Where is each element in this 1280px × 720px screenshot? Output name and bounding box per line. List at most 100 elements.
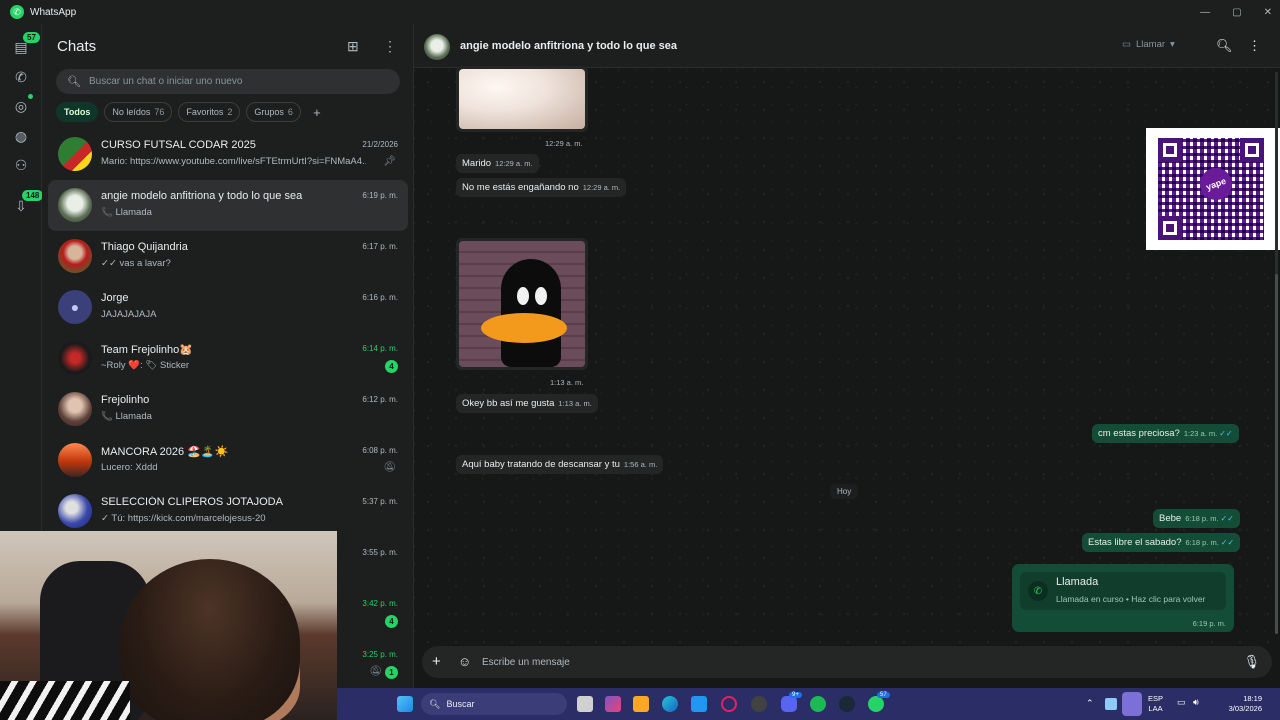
status-icon[interactable]: ◎ [12, 97, 30, 115]
outgoing-message[interactable]: Estas libre el sabado? 6:18 p. m. ✓✓ [1082, 533, 1241, 552]
menu-icon[interactable]: ⋮ [1248, 38, 1261, 54]
message-time: 12:29 a. m. [545, 139, 583, 148]
filter-groups[interactable]: Grupos 6 [246, 102, 301, 122]
microphone-tray-icon[interactable] [1122, 692, 1142, 716]
chat-item[interactable]: CURSO FUTSAL CODAR 2025 Mario: https://w… [48, 129, 408, 180]
message-time: 6:18 p. m. [1185, 514, 1219, 523]
minimize-icon[interactable]: — [1200, 7, 1210, 18]
search-input[interactable] [88, 76, 389, 87]
search-bar[interactable]: 🔍︎ [56, 69, 400, 94]
incoming-message[interactable]: No me estás engañando no 12:29 a. m. [456, 178, 627, 197]
steam-icon[interactable] [839, 696, 855, 712]
avatar [58, 188, 92, 222]
contact-avatar[interactable] [424, 34, 450, 60]
avatar [58, 137, 92, 171]
chat-item[interactable]: Team Frejolinho🐹 ~Roly ❤️: 🏷 Sticker 6:1… [48, 333, 408, 384]
network-icon[interactable]: ▭ [1177, 697, 1186, 708]
chat-item[interactable]: angie modelo anfitriona y todo lo que se… [48, 180, 408, 231]
chat-name: CURSO FUTSAL CODAR 2025 [101, 139, 256, 151]
incoming-message[interactable]: Aquí baby tratando de descansar y tu 1:56… [456, 455, 664, 474]
message-time: 12:29 a. m. [495, 159, 533, 168]
tray-app-icon[interactable] [1105, 698, 1117, 710]
whatsapp-badge: 57 [877, 692, 890, 698]
chat-name: Frejolinho [101, 394, 150, 406]
new-chat-icon[interactable]: ⊞ [347, 38, 359, 55]
emoji-icon[interactable]: ☺ [458, 654, 471, 669]
filter-label: Todos [64, 107, 91, 117]
edge-icon[interactable] [662, 696, 678, 712]
calls-icon[interactable]: ✆ [12, 68, 30, 86]
image-message[interactable] [456, 238, 588, 370]
whatsapp-logo-icon: ✆ [10, 5, 24, 19]
chat-time: 5:37 p. m. [362, 497, 398, 506]
microphone-icon[interactable]: 🎙︎ [1243, 654, 1260, 670]
title-bar: ✆ WhatsApp — ▢ ✕ [0, 0, 1280, 24]
call-card[interactable]: ✆ Llamada Llamada en curso • Haz clic pa… [1012, 564, 1234, 632]
attach-icon[interactable]: + [432, 653, 441, 670]
chat-name: angie modelo anfitriona y todo lo que se… [101, 190, 303, 202]
filter-count: 2 [227, 107, 233, 117]
task-view-icon[interactable] [577, 696, 593, 712]
chat-time: 6:08 p. m. [362, 446, 398, 455]
copilot-icon[interactable] [605, 696, 621, 712]
outgoing-message[interactable]: cm estas preciosa? 1:23 a. m. ✓✓ [1092, 424, 1239, 443]
message-input[interactable] [482, 652, 1222, 672]
add-filter-icon[interactable]: + [307, 102, 327, 122]
chat-item[interactable]: Thiago Quijandria ✓✓ vas a lavar? 6:17 p… [48, 231, 408, 282]
scrollbar-thumb[interactable] [1275, 274, 1278, 634]
message-time: 1:13 a. m. [558, 399, 592, 408]
close-icon[interactable]: ✕ [1264, 7, 1272, 18]
contact-name[interactable]: angie modelo anfitriona y todo lo que se… [460, 40, 677, 52]
unread-badge: 4 [385, 615, 398, 628]
language-indicator[interactable]: ESP LAA [1148, 694, 1163, 714]
search-icon[interactable]: 🔍︎ [1216, 38, 1233, 54]
chat-item[interactable]: MANCORA 2026 🏖️🏝️☀️ Lucero: Xddd 6:08 p.… [48, 435, 408, 486]
outgoing-message[interactable]: Bebe 6:18 p. m. ✓✓ [1153, 509, 1240, 528]
call-button[interactable]: ▭ Llamar ▾ [1122, 39, 1175, 50]
menu-icon[interactable]: ⋮ [383, 38, 397, 55]
qr-finder [1158, 138, 1182, 162]
call-card-body[interactable]: ✆ Llamada Llamada en curso • Haz clic pa… [1020, 572, 1226, 610]
chat-item[interactable]: ● Jorge JAJAJAJAJA 6:16 p. m. [48, 282, 408, 333]
start-icon[interactable] [397, 696, 413, 712]
chat-item[interactable]: SELECCIÓN CLIPEROS JOTAJODA ✓ Tú: https:… [48, 486, 408, 537]
qr-finder [1158, 216, 1182, 240]
maximize-icon[interactable]: ▢ [1232, 7, 1241, 18]
chat-item[interactable]: Frejolinho 📞 Llamada 6:12 p. m. [48, 384, 408, 435]
incoming-message[interactable]: Okey bb así me gusta 1:13 a. m. [456, 394, 598, 413]
file-explorer-icon[interactable] [633, 696, 649, 712]
chevron-up-icon[interactable]: ⌃ [1086, 698, 1094, 709]
unread-badge: 1 [385, 666, 398, 679]
communities-icon[interactable]: ⚇ [12, 156, 30, 174]
cartoon-duck-image [459, 241, 585, 367]
store-icon[interactable] [691, 696, 707, 712]
incoming-message[interactable]: Marido 12:29 a. m. [456, 154, 539, 173]
discord-icon[interactable] [781, 696, 797, 712]
taskbar-search[interactable]: 🔍︎ Buscar [421, 693, 567, 715]
whatsapp-icon[interactable] [868, 696, 884, 712]
call-label: Llamar [1135, 39, 1166, 50]
message-text: Okey bb así me gusta [462, 398, 555, 409]
filter-favorites[interactable]: Favoritos 2 [178, 102, 241, 122]
unread-badge: 4 [385, 360, 398, 373]
obs-icon[interactable] [751, 696, 767, 712]
chat-time: 3:25 p. m. [362, 650, 398, 659]
photo [459, 69, 585, 129]
channels-icon[interactable]: ◍ [12, 127, 30, 145]
mute-icon: 🔕︎ [383, 462, 396, 473]
duck-eye [517, 287, 529, 305]
opera-icon[interactable] [721, 696, 737, 712]
chat-time: 6:17 p. m. [362, 242, 398, 251]
clock[interactable]: 18:19 3/03/2026 [1210, 694, 1262, 714]
chat-time: 6:19 p. m. [362, 191, 398, 200]
image-message[interactable] [456, 66, 588, 132]
volume-icon[interactable]: 🔊︎ [1193, 697, 1199, 708]
filter-all[interactable]: Todos [56, 102, 99, 122]
search-icon: 🔍︎ [429, 698, 441, 709]
conversation-header[interactable]: angie modelo anfitriona y todo lo que se… [414, 24, 1280, 68]
spotify-icon[interactable] [810, 696, 826, 712]
day-divider: Hoy [830, 484, 859, 499]
read-ticks-icon: ✓✓ [1220, 514, 1234, 523]
filter-unread[interactable]: No leídos 76 [104, 102, 173, 122]
call-subtitle: Llamada en curso • Haz clic para volver [1056, 594, 1206, 604]
